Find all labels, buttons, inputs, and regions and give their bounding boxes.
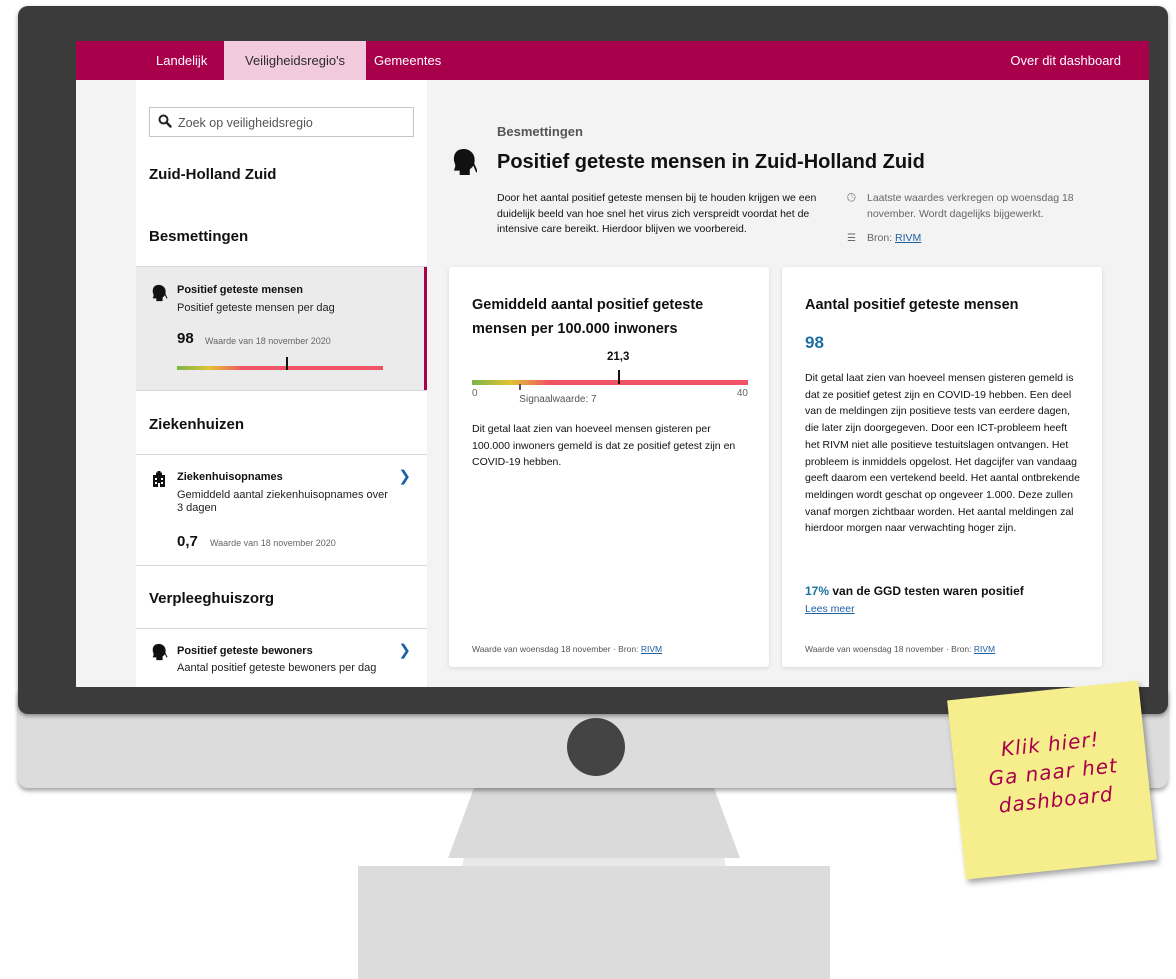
divider bbox=[136, 390, 427, 391]
positive-percentage: 17% van de GGD testen waren positief bbox=[805, 584, 1024, 598]
dashboard-screen: Landelijk Veiligheidsregio's Gemeentes O… bbox=[76, 41, 1149, 687]
sidebar-item-subtitle: Aantal positief geteste bewoners per dag bbox=[177, 662, 377, 674]
footer-text: Waarde van woensdag 18 november · Bron: bbox=[472, 644, 639, 654]
source-prefix: Bron: bbox=[867, 232, 893, 244]
gauge-min-label: 0 bbox=[472, 388, 478, 399]
card-footer: Waarde van woensdag 18 november · Bron: … bbox=[472, 644, 662, 654]
section-heading-ziekenhuizen: Ziekenhuizen bbox=[149, 416, 245, 433]
gauge-signal-label: Signaalwaarde: 7 bbox=[519, 394, 597, 405]
head-icon bbox=[453, 149, 477, 175]
head-icon bbox=[152, 284, 168, 302]
monitor-logo-circle bbox=[567, 718, 625, 776]
search-icon bbox=[158, 114, 172, 128]
sidebar-item-value-note: Waarde van 18 november 2020 bbox=[205, 336, 331, 346]
sidebar-item-title: Positief geteste mensen bbox=[177, 284, 303, 296]
sidebar-mini-bar bbox=[177, 366, 383, 370]
footer-source-link[interactable]: RIVM bbox=[974, 644, 995, 654]
database-icon: ☰ bbox=[847, 233, 856, 244]
tab-veiligheidsregios[interactable]: Veiligheidsregio's bbox=[224, 41, 367, 80]
read-more-link[interactable]: Lees meer bbox=[805, 603, 855, 615]
gauge-value-marker bbox=[617, 370, 620, 384]
divider bbox=[136, 565, 427, 566]
category-label: Besmettingen bbox=[497, 124, 583, 139]
source-link[interactable]: RIVM bbox=[895, 232, 921, 244]
sidebar-item-value: 0,7 bbox=[177, 533, 198, 550]
card-per-100000: Gemiddeld aantal positief geteste mensen… bbox=[449, 267, 769, 667]
sidebar-item-ziekenhuisopnames[interactable]: Ziekenhuisopnames Gemiddeld aantal zieke… bbox=[136, 455, 427, 565]
section-heading-besmettingen: Besmettingen bbox=[149, 228, 249, 245]
intro-text: Door het aantal positief geteste mensen … bbox=[497, 192, 817, 235]
percentage-text: van de GGD testen waren positief bbox=[832, 584, 1024, 598]
percentage-value: 17% bbox=[805, 584, 830, 598]
sidebar-item-positief-geteste-bewoners[interactable]: Positief geteste bewoners Aantal positie… bbox=[136, 629, 427, 687]
chevron-right-icon: ❯ bbox=[398, 642, 411, 659]
sidebar-item-title: Positief geteste bewoners bbox=[177, 645, 313, 657]
card-title: Aantal positief geteste mensen bbox=[805, 297, 1019, 313]
monitor-base bbox=[358, 866, 830, 979]
card-title: Gemiddeld aantal positief geteste mensen… bbox=[472, 297, 704, 337]
monitor-stand bbox=[448, 788, 740, 858]
tab-landelijk[interactable]: Landelijk bbox=[142, 41, 221, 80]
main-content: Besmettingen Positief geteste mensen in … bbox=[427, 80, 1149, 687]
head-icon bbox=[152, 643, 168, 661]
monitor-bezel: Landelijk Veiligheidsregio's Gemeentes O… bbox=[18, 6, 1168, 714]
sidebar-item-subtitle: Gemiddeld aantal ziekenhuisopnames over … bbox=[177, 489, 388, 514]
sticky-note-link[interactable]: Klik hier! Ga naar het dashboard bbox=[947, 680, 1157, 880]
card-body: Dit getal laat zien van hoeveel mensen g… bbox=[805, 372, 1080, 535]
search-field[interactable] bbox=[149, 107, 414, 137]
clock-icon: 🕒︎ bbox=[847, 192, 856, 204]
gauge-bar bbox=[472, 380, 748, 385]
big-number: 98 bbox=[805, 333, 824, 352]
sidebar-item-subtitle: Positief geteste mensen per dag bbox=[177, 302, 335, 314]
last-updated-text: Laatste waardes verkregen op woensdag 18… bbox=[867, 192, 1074, 220]
hospital-icon bbox=[153, 471, 165, 487]
footer-text: Waarde van woensdag 18 november · Bron: bbox=[805, 644, 972, 654]
region-title: Zuid-Holland Zuid bbox=[149, 166, 277, 183]
page-title: Positief geteste mensen in Zuid-Holland … bbox=[497, 151, 925, 173]
footer-source-link[interactable]: RIVM bbox=[641, 644, 662, 654]
sidebar-item-positief-geteste-mensen[interactable]: Positief geteste mensen Positief geteste… bbox=[136, 267, 427, 390]
sidebar-item-value-note: Waarde van 18 november 2020 bbox=[210, 538, 336, 548]
gauge-max-label: 40 bbox=[736, 388, 748, 399]
sticky-note-text: Klik hier! Ga naar het dashboard bbox=[969, 722, 1137, 822]
sidebar-item-value: 98 bbox=[177, 330, 194, 347]
sidebar: Zuid-Holland Zuid Besmettingen Positief … bbox=[136, 80, 427, 687]
gauge-value-label: 21,3 bbox=[606, 351, 630, 363]
section-heading-verpleeghuiszorg: Verpleeghuiszorg bbox=[149, 590, 275, 607]
sidebar-mini-bar-marker bbox=[286, 357, 288, 370]
tab-gemeentes[interactable]: Gemeentes bbox=[360, 41, 455, 80]
card-aantal-positief: Aantal positief geteste mensen 98 Dit ge… bbox=[782, 267, 1102, 667]
card-footer: Waarde van woensdag 18 november · Bron: … bbox=[805, 644, 995, 654]
card-body: Dit getal laat zien van hoeveel mensen g… bbox=[472, 423, 736, 468]
gauge-signal-marker bbox=[519, 384, 522, 390]
top-navigation: Landelijk Veiligheidsregio's Gemeentes O… bbox=[76, 41, 1149, 80]
search-input[interactable] bbox=[176, 113, 410, 133]
sidebar-item-title: Ziekenhuisopnames bbox=[177, 471, 283, 483]
chevron-right-icon: ❯ bbox=[398, 468, 411, 485]
source-line: Bron: RIVM bbox=[867, 231, 1107, 247]
about-dashboard-link[interactable]: Over dit dashboard bbox=[1010, 41, 1121, 80]
